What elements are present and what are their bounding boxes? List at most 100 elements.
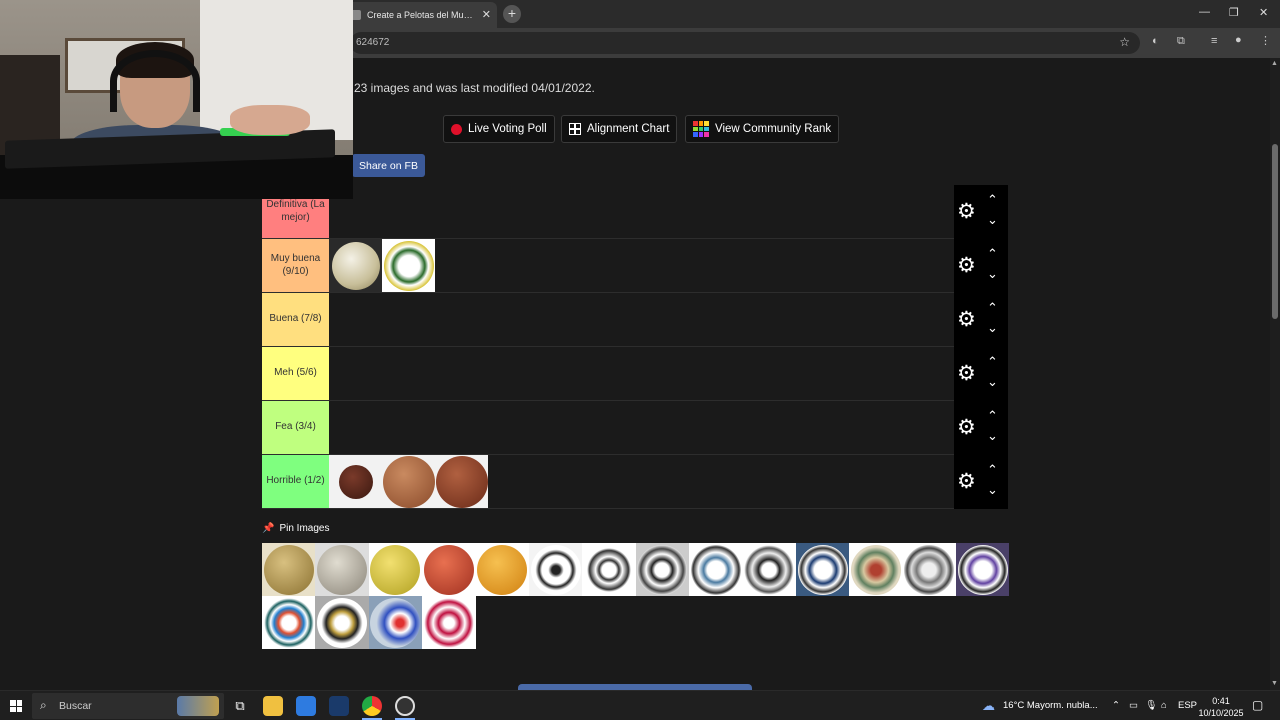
minimize-icon[interactable]: — (1199, 6, 1210, 18)
new-tab-button[interactable]: + (503, 5, 521, 23)
ball-image[interactable] (368, 596, 423, 649)
ball-image[interactable] (382, 239, 435, 292)
ball-image[interactable] (528, 543, 583, 596)
clock-time: 0:41 (1212, 696, 1230, 706)
gear-icon[interactable]: ⚙ (957, 363, 976, 384)
ball-image[interactable] (435, 455, 488, 508)
tier-label[interactable]: Horrible (1/2) (262, 455, 329, 508)
profile-avatar-icon[interactable]: ● (1235, 34, 1242, 46)
taskbar-search[interactable]: ⌕ Buscar (32, 693, 224, 719)
ball-image[interactable] (382, 455, 435, 508)
ball-image[interactable] (329, 239, 382, 292)
tier-label[interactable]: Meh (5/6) (262, 347, 329, 400)
scroll-thumb[interactable] (1272, 144, 1278, 319)
bookmark-star-icon[interactable]: ☆ (1119, 35, 1130, 49)
ball-image[interactable] (956, 543, 1010, 596)
ball-image[interactable] (262, 596, 316, 649)
gear-icon[interactable]: ⚙ (957, 201, 976, 222)
system-clock[interactable]: 0:41 10/10/2025 (1198, 695, 1244, 719)
ball-image[interactable] (475, 543, 529, 596)
tier-label[interactable]: Fea (3/4) (262, 401, 329, 454)
gear-icon[interactable]: ⚙ (957, 471, 976, 492)
ball-image[interactable] (315, 596, 369, 649)
move-up-icon[interactable]: ⌃ (987, 409, 998, 422)
gear-icon[interactable]: ⚙ (957, 309, 976, 330)
pin-icon: 📌 (262, 523, 275, 534)
move-down-icon[interactable]: ⌄ (987, 267, 998, 280)
ball-image[interactable] (422, 596, 476, 649)
media-control-icon[interactable]: ≡ (1211, 35, 1217, 47)
pin-images-toggle[interactable]: 📌 Pin Images (262, 523, 329, 534)
chrome-icon[interactable] (362, 696, 382, 716)
community-rank-icon (693, 121, 709, 137)
ball-image[interactable] (582, 543, 636, 596)
network-icon[interactable]: ⌂ (1161, 700, 1167, 711)
obs-icon[interactable] (395, 696, 415, 716)
tier-controls: ⚙ ⌃ ⌄ (954, 455, 1008, 509)
move-down-icon[interactable]: ⌄ (987, 321, 998, 334)
move-down-icon[interactable]: ⌄ (987, 375, 998, 388)
file-explorer-icon[interactable] (263, 696, 283, 716)
tier-controls: ⚙ ⌃ ⌄ (954, 347, 1008, 401)
tier-label[interactable]: Buena (7/8) (262, 293, 329, 346)
move-up-icon[interactable]: ⌃ (987, 247, 998, 260)
extension-icon[interactable]: ◐ (1152, 35, 1159, 47)
tier-items (329, 455, 488, 508)
gear-icon[interactable]: ⚙ (957, 255, 976, 276)
ball-image[interactable] (635, 543, 690, 596)
ball-image[interactable] (849, 543, 903, 596)
start-windows-icon[interactable] (10, 700, 22, 712)
move-up-icon[interactable]: ⌃ (987, 355, 998, 368)
move-up-icon[interactable]: ⌃ (987, 463, 998, 476)
tray-chevron-icon[interactable]: ⌃ (1112, 700, 1120, 711)
page-scrollbar[interactable]: ▲ ▼ (1270, 58, 1280, 690)
address-bar[interactable]: 624672 ☆ (350, 32, 1140, 54)
microphone-icon[interactable]: 🎙 (1145, 700, 1157, 711)
move-down-icon[interactable]: ⌄ (987, 213, 998, 226)
move-up-icon[interactable]: ⌃ (987, 301, 998, 314)
ball-image[interactable] (422, 543, 476, 596)
ball-image[interactable] (329, 455, 382, 508)
tier-controls: ⚙ ⌃ ⌄ (954, 401, 1008, 455)
ball-image[interactable] (795, 543, 850, 596)
store-icon[interactable] (296, 696, 316, 716)
maximize-icon[interactable]: ❐ (1229, 6, 1239, 19)
tab-title: Create a Pelotas del Mundial (U (367, 10, 476, 20)
share-fb-button[interactable]: Share on FB (352, 154, 425, 177)
scroll-up-icon[interactable]: ▲ (1271, 60, 1278, 67)
ball-image[interactable] (368, 543, 423, 596)
steam-icon[interactable] (329, 696, 349, 716)
tier-label[interactable]: Muy buena (9/10) (262, 239, 329, 292)
gear-icon[interactable]: ⚙ (957, 417, 976, 438)
language-indicator[interactable]: ESP (1178, 700, 1197, 711)
search-highlight-icon (177, 696, 219, 716)
notification-icon[interactable]: ▢ (1252, 698, 1263, 712)
alignment-chart-label: Alignment Chart (587, 123, 670, 135)
alignment-chart-button[interactable]: Alignment Chart (561, 115, 678, 143)
tier-row: Horrible (1/2) ⚙ ⌃ ⌄ (262, 455, 1008, 509)
move-up-icon[interactable]: ⌃ (987, 193, 998, 206)
move-down-icon[interactable]: ⌄ (987, 483, 998, 496)
ball-image[interactable] (262, 543, 316, 596)
browser-menu-icon[interactable]: ⋮ (1260, 34, 1271, 47)
browser-tab-active[interactable]: Create a Pelotas del Mundial (U ✕ (345, 2, 497, 28)
webcam-overlay (0, 0, 353, 199)
move-down-icon[interactable]: ⌄ (987, 429, 998, 442)
ball-image[interactable] (742, 543, 796, 596)
live-voting-poll-button[interactable]: Live Voting Poll (443, 115, 555, 143)
ball-image[interactable] (315, 543, 369, 596)
ball-image[interactable] (902, 543, 957, 596)
search-icon: ⌕ (40, 698, 47, 712)
scroll-down-icon[interactable]: ▼ (1271, 680, 1278, 687)
weather-text[interactable]: 16°C Mayorm. nubla... (1003, 700, 1098, 711)
community-rank-button[interactable]: View Community Rank (685, 115, 840, 143)
close-window-icon[interactable]: ✕ (1259, 6, 1268, 19)
tab-close-icon[interactable]: ✕ (482, 9, 491, 21)
ball-image[interactable] (689, 543, 743, 596)
community-rank-label: View Community Rank (715, 123, 832, 135)
puzzle-extensions-icon[interactable]: ⧉ (1177, 35, 1185, 48)
tray-battery-icon[interactable]: ▭ (1129, 700, 1138, 711)
tier-controls: ⚙ ⌃ ⌄ (954, 185, 1008, 239)
task-view-icon[interactable]: ⧉ (230, 696, 250, 716)
tier-row: Meh (5/6) ⚙ ⌃ ⌄ (262, 347, 1008, 401)
